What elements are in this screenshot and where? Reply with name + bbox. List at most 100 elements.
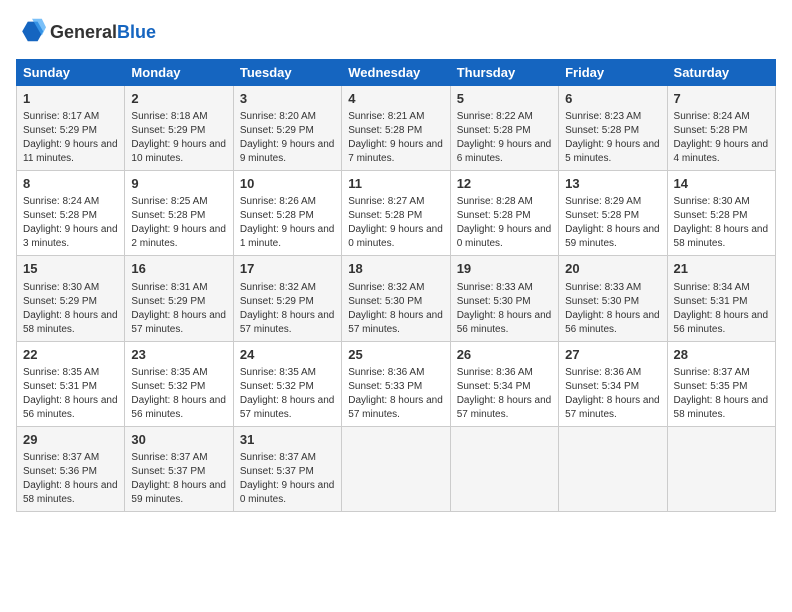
- day-info: Sunrise: 8:26 AM: [240, 195, 335, 209]
- day-number: 21: [674, 260, 769, 278]
- day-info: Daylight: 8 hours and 58 minutes.: [23, 479, 118, 507]
- list-item: 15Sunrise: 8:30 AMSunset: 5:29 PMDayligh…: [17, 256, 125, 341]
- day-info: Sunset: 5:31 PM: [674, 295, 769, 309]
- day-info: Sunset: 5:28 PM: [565, 124, 660, 138]
- list-item: 26Sunrise: 8:36 AMSunset: 5:34 PMDayligh…: [450, 341, 558, 426]
- day-info: Sunset: 5:29 PM: [240, 295, 335, 309]
- day-info: Sunset: 5:28 PM: [240, 209, 335, 223]
- day-info: Daylight: 8 hours and 59 minutes.: [131, 479, 226, 507]
- list-item: 29Sunrise: 8:37 AMSunset: 5:36 PMDayligh…: [17, 426, 125, 511]
- table-row: 22Sunrise: 8:35 AMSunset: 5:31 PMDayligh…: [17, 341, 776, 426]
- day-number: 8: [23, 175, 118, 193]
- day-number: 25: [348, 346, 443, 364]
- list-item: [559, 426, 667, 511]
- list-item: [342, 426, 450, 511]
- calendar-table: Sunday Monday Tuesday Wednesday Thursday…: [16, 59, 776, 512]
- list-item: 18Sunrise: 8:32 AMSunset: 5:30 PMDayligh…: [342, 256, 450, 341]
- day-number: 24: [240, 346, 335, 364]
- list-item: 3Sunrise: 8:20 AMSunset: 5:29 PMDaylight…: [233, 86, 341, 171]
- day-info: Sunrise: 8:33 AM: [457, 281, 552, 295]
- day-info: Daylight: 9 hours and 5 minutes.: [565, 138, 660, 166]
- day-info: Sunset: 5:29 PM: [131, 295, 226, 309]
- day-info: Sunrise: 8:23 AM: [565, 110, 660, 124]
- day-info: Sunset: 5:28 PM: [131, 209, 226, 223]
- day-number: 11: [348, 175, 443, 193]
- day-info: Sunset: 5:30 PM: [348, 295, 443, 309]
- day-info: Sunset: 5:32 PM: [240, 380, 335, 394]
- day-info: Sunrise: 8:20 AM: [240, 110, 335, 124]
- day-info: Daylight: 8 hours and 59 minutes.: [565, 223, 660, 251]
- day-info: Sunset: 5:30 PM: [457, 295, 552, 309]
- list-item: 10Sunrise: 8:26 AMSunset: 5:28 PMDayligh…: [233, 171, 341, 256]
- list-item: 21 Sunrise: 8:34 AMSunset: 5:31 PMDayligh…: [667, 256, 775, 341]
- day-info: Sunset: 5:29 PM: [23, 295, 118, 309]
- day-info: Sunrise: 8:36 AM: [348, 366, 443, 380]
- col-sunday: Sunday: [17, 60, 125, 86]
- list-item: [667, 426, 775, 511]
- day-number: 1: [23, 90, 118, 108]
- day-number: 26: [457, 346, 552, 364]
- day-info: Daylight: 8 hours and 58 minutes.: [674, 223, 769, 251]
- col-monday: Monday: [125, 60, 233, 86]
- day-info: Sunrise: 8:34 AM: [674, 281, 769, 295]
- list-item: 7Sunrise: 8:24 AMSunset: 5:28 PMDaylight…: [667, 86, 775, 171]
- day-info: Sunrise: 8:36 AM: [565, 366, 660, 380]
- logo-general: General: [50, 22, 117, 42]
- day-info: Daylight: 8 hours and 57 minutes.: [240, 309, 335, 337]
- col-wednesday: Wednesday: [342, 60, 450, 86]
- day-info: Sunrise: 8:32 AM: [240, 281, 335, 295]
- day-info: Sunrise: 8:35 AM: [23, 366, 118, 380]
- table-row: 15Sunrise: 8:30 AMSunset: 5:29 PMDayligh…: [17, 256, 776, 341]
- list-item: 6 Sunrise: 8:23 AMSunset: 5:28 PMDaylight…: [559, 86, 667, 171]
- day-info: Daylight: 8 hours and 57 minutes.: [565, 394, 660, 422]
- list-item: 23Sunrise: 8:35 AMSunset: 5:32 PMDayligh…: [125, 341, 233, 426]
- logo-icon: [18, 16, 46, 44]
- day-info: Daylight: 9 hours and 10 minutes.: [131, 138, 226, 166]
- day-number: 17: [240, 260, 335, 278]
- day-number: 16: [131, 260, 226, 278]
- day-number: 12: [457, 175, 552, 193]
- list-item: 16Sunrise: 8:31 AMSunset: 5:29 PMDayligh…: [125, 256, 233, 341]
- day-number: 3: [240, 90, 335, 108]
- day-info: Sunset: 5:28 PM: [457, 124, 552, 138]
- list-item: 11 Sunrise: 8:27 AMSunset: 5:28 PMDayligh…: [342, 171, 450, 256]
- list-item: 14Sunrise: 8:30 AMSunset: 5:28 PMDayligh…: [667, 171, 775, 256]
- day-info: Sunset: 5:28 PM: [457, 209, 552, 223]
- day-info: Daylight: 9 hours and 1 minute.: [240, 223, 335, 251]
- day-number: 5: [457, 90, 552, 108]
- day-info: Sunrise: 8:21 AM: [348, 110, 443, 124]
- day-info: Sunrise: 8:37 AM: [131, 451, 226, 465]
- col-thursday: Thursday: [450, 60, 558, 86]
- day-info: Daylight: 8 hours and 57 minutes.: [348, 309, 443, 337]
- main-container: GeneralBlue Sunday Monday Tuesday Wednes…: [0, 0, 792, 520]
- day-number: 19: [457, 260, 552, 278]
- day-info: Daylight: 9 hours and 4 minutes.: [674, 138, 769, 166]
- day-info: Sunrise: 8:32 AM: [348, 281, 443, 295]
- table-row: 8Sunrise: 8:24 AMSunset: 5:28 PMDaylight…: [17, 171, 776, 256]
- day-info: Sunset: 5:33 PM: [348, 380, 443, 394]
- day-info: Sunset: 5:29 PM: [240, 124, 335, 138]
- day-info: Sunset: 5:28 PM: [348, 209, 443, 223]
- day-info: Daylight: 9 hours and 0 minutes.: [457, 223, 552, 251]
- day-info: Sunset: 5:34 PM: [457, 380, 552, 394]
- day-info: Daylight: 9 hours and 0 minutes.: [348, 223, 443, 251]
- day-info: Sunrise: 8:33 AM: [565, 281, 660, 295]
- day-info: Sunrise: 8:35 AM: [240, 366, 335, 380]
- day-info: Sunrise: 8:24 AM: [674, 110, 769, 124]
- day-number: 29: [23, 431, 118, 449]
- list-item: 5Sunrise: 8:22 AMSunset: 5:28 PMDaylight…: [450, 86, 558, 171]
- day-info: Daylight: 8 hours and 56 minutes.: [131, 394, 226, 422]
- day-info: Sunset: 5:28 PM: [348, 124, 443, 138]
- day-info: Sunrise: 8:37 AM: [23, 451, 118, 465]
- day-info: Sunrise: 8:31 AM: [131, 281, 226, 295]
- list-item: 19Sunrise: 8:33 AMSunset: 5:30 PMDayligh…: [450, 256, 558, 341]
- list-item: 31Sunrise: 8:37 AMSunset: 5:37 PMDayligh…: [233, 426, 341, 511]
- day-info: Sunrise: 8:27 AM: [348, 195, 443, 209]
- day-number: 6: [565, 90, 660, 108]
- day-info: Daylight: 8 hours and 58 minutes.: [23, 309, 118, 337]
- header: GeneralBlue: [16, 16, 776, 49]
- col-saturday: Saturday: [667, 60, 775, 86]
- day-info: Sunset: 5:31 PM: [23, 380, 118, 394]
- day-info: Daylight: 8 hours and 56 minutes.: [674, 309, 769, 337]
- list-item: 13Sunrise: 8:29 AMSunset: 5:28 PMDayligh…: [559, 171, 667, 256]
